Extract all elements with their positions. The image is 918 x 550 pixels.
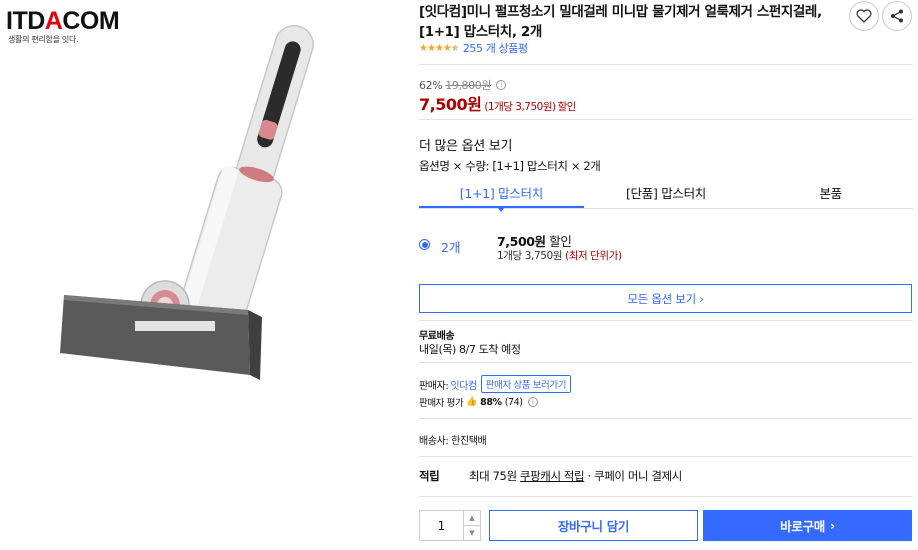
more-options-title: 더 많은 옵션 보기 (419, 139, 513, 154)
discount-rate: 62% (419, 78, 443, 92)
purchase-bar: 1 ▲ ▼ 장바구니 담기 바로구매 › (419, 510, 913, 541)
tab-1plus1-mopstouch[interactable]: [1+1] 맙스터치 (419, 181, 584, 212)
divider (419, 119, 913, 120)
share-button[interactable] (882, 1, 912, 31)
decrease-button[interactable]: ▼ (464, 526, 480, 540)
all-options-button[interactable]: 모든 옵션 보기 › (419, 284, 912, 313)
sale-suffix: 할인 (557, 101, 577, 113)
divider (419, 64, 913, 65)
chevron-right-icon: › (829, 518, 835, 533)
product-gallery: ITDACOM 생활의 편리함을 잇다. (0, 0, 410, 550)
wishlist-button[interactable] (849, 1, 879, 31)
product-detail-panel: [잇다컴]미니 펄프청소기 밀대걸레 미니맙 물기제거 얼룩제거 스펀지걸레, … (419, 0, 913, 550)
add-to-cart-button[interactable]: 장바구니 담기 (489, 510, 698, 541)
seller-rating-count: (74) (504, 396, 523, 408)
divider (419, 320, 913, 321)
courier-info: 배송사: 한진택배 (419, 436, 487, 447)
divider (419, 418, 913, 419)
seller-name-link[interactable]: 잇다컴 (450, 377, 477, 392)
price-row: 7,500원 (1개당 3,750원) 할인 (419, 91, 576, 115)
buy-now-button[interactable]: 바로구매 › (703, 510, 912, 541)
quantity-option-label: 2개 (441, 240, 461, 255)
heart-icon (856, 9, 872, 23)
option-radio[interactable] (419, 239, 430, 250)
seller-rating-label: 판매자 평가 (419, 398, 464, 409)
coupang-cash-link[interactable]: 쿠팡캐시 적립 (520, 469, 585, 483)
quantity-input[interactable]: 1 (420, 511, 464, 540)
delivery-date: 내일(목) 8/7 도착 예정 (419, 343, 521, 356)
tab-main-product[interactable]: 본품 (748, 181, 913, 208)
divider (419, 362, 913, 363)
info-icon[interactable]: i (527, 397, 538, 407)
reward-row: 적립 최대 75원 쿠팡캐시 적립 · 쿠페이 머니 결제시 (419, 468, 682, 484)
seller-row: 판매자: 잇다컴 판매자 상품 보러가기 (419, 375, 572, 393)
product-image[interactable] (40, 15, 340, 395)
quantity-stepper[interactable]: 1 ▲ ▼ (419, 510, 481, 541)
unit-price: (1개당 3,750원) (484, 101, 556, 113)
seller-label: 판매자: (419, 380, 449, 392)
tab-single-mopstouch[interactable]: [단품] 맙스터치 (584, 181, 749, 208)
review-count-link[interactable]: 255 개 상품평 (463, 40, 528, 56)
seller-rating-value: 88% (480, 396, 502, 408)
option-unit-price: 1개당 3,750원 (최저 단위가) (497, 250, 622, 262)
buy-now-label: 바로구매 (780, 519, 825, 534)
info-icon[interactable]: i (496, 80, 507, 90)
seller-products-link[interactable]: 판매자 상품 보러가기 (480, 375, 572, 393)
product-title: [잇다컴]미니 펄프청소기 밀대걸레 미니맙 물기제거 얼룩제거 스펀지걸레, … (419, 4, 822, 40)
reward-text: 최대 75원 쿠팡캐시 적립 · 쿠페이 머니 결제시 (469, 469, 682, 483)
sale-price: 7,500원 (419, 95, 482, 114)
divider (419, 456, 913, 457)
share-icon (891, 9, 903, 23)
reward-label: 적립 (419, 469, 440, 483)
selected-option: 옵션명 × 수량: [1+1] 맙스터치 × 2개 (419, 159, 601, 173)
quantity-option[interactable]: 2개 7,500원 할인 1개당 3,750원 (최저 단위가) (419, 229, 913, 269)
divider (419, 496, 913, 497)
free-shipping-label: 무료배송 (419, 331, 455, 342)
product-rating[interactable]: ★★★★★★ 255 개 상품평 (419, 40, 528, 56)
option-tabs: [1+1] 맙스터치 [단품] 맙스터치 본품 (419, 181, 913, 212)
thumbs-up-icon: 👍 (466, 397, 478, 407)
seller-rating: 판매자 평가 👍 88% (74) i (419, 395, 538, 409)
increase-button[interactable]: ▲ (464, 511, 480, 526)
rating-stars: ★★★★★★ (419, 42, 460, 54)
